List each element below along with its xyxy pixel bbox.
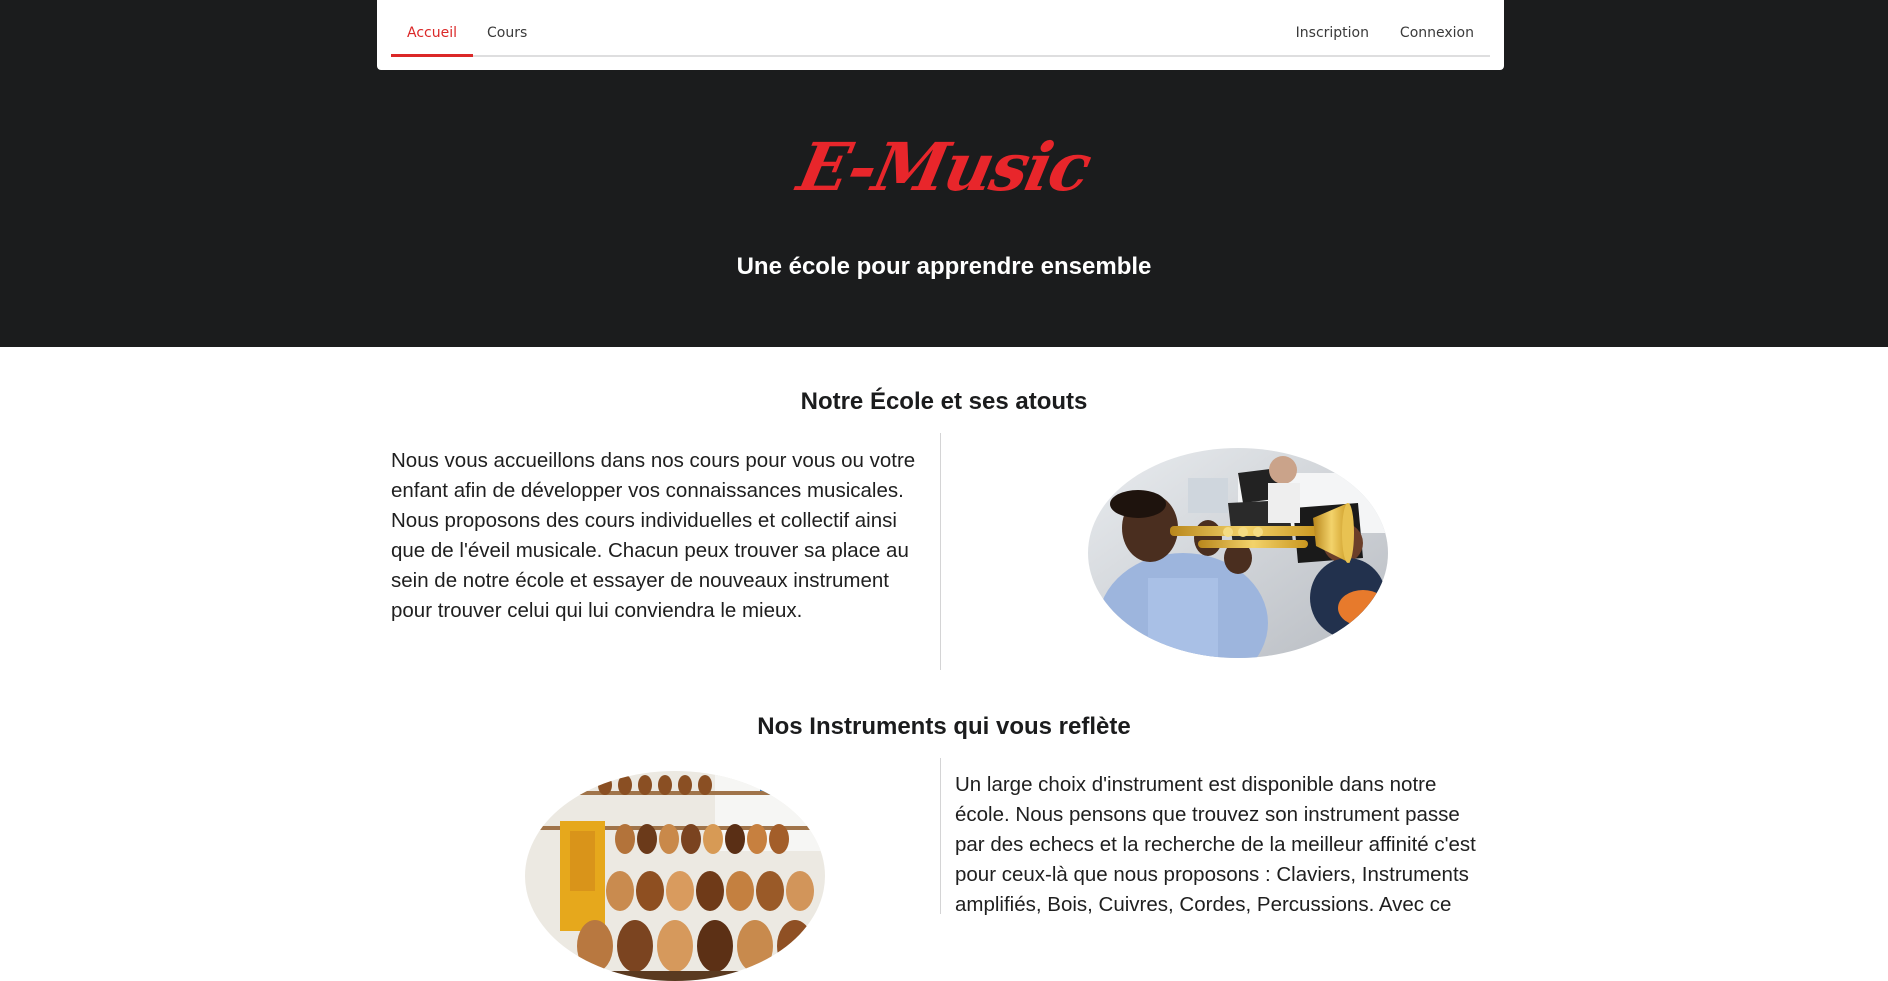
section-divider: [940, 433, 941, 670]
top-menu: Accueil Cours Inscription Connexion: [377, 0, 1504, 70]
trumpet-student-photo: [1088, 448, 1388, 658]
nav-courses-link[interactable]: Cours: [471, 0, 543, 55]
instruments-section-title: Nos Instruments qui vous reflète: [757, 713, 1131, 740]
nav-login-link[interactable]: Connexion: [1384, 0, 1490, 55]
menu-tabs: Accueil Cours Inscription Connexion: [391, 0, 1490, 57]
guitar-shop-photo: [525, 771, 825, 981]
nav-home-link[interactable]: Accueil: [391, 0, 473, 57]
hero-section: Accueil Cours Inscription Connexion E-Mu…: [0, 0, 1888, 347]
school-section-title: Notre École et ses atouts: [800, 388, 1088, 415]
hero-tagline: Une école pour apprendre ensemble: [736, 253, 1152, 280]
nav-signup-link[interactable]: Inscription: [1280, 0, 1385, 55]
section-divider: [940, 758, 941, 914]
site-logo: E-Music: [791, 128, 1097, 206]
school-description: Nous vous accueillons dans nos cours pou…: [391, 449, 916, 622]
instruments-description: Un large choix d'instrument est disponib…: [955, 773, 1476, 916]
